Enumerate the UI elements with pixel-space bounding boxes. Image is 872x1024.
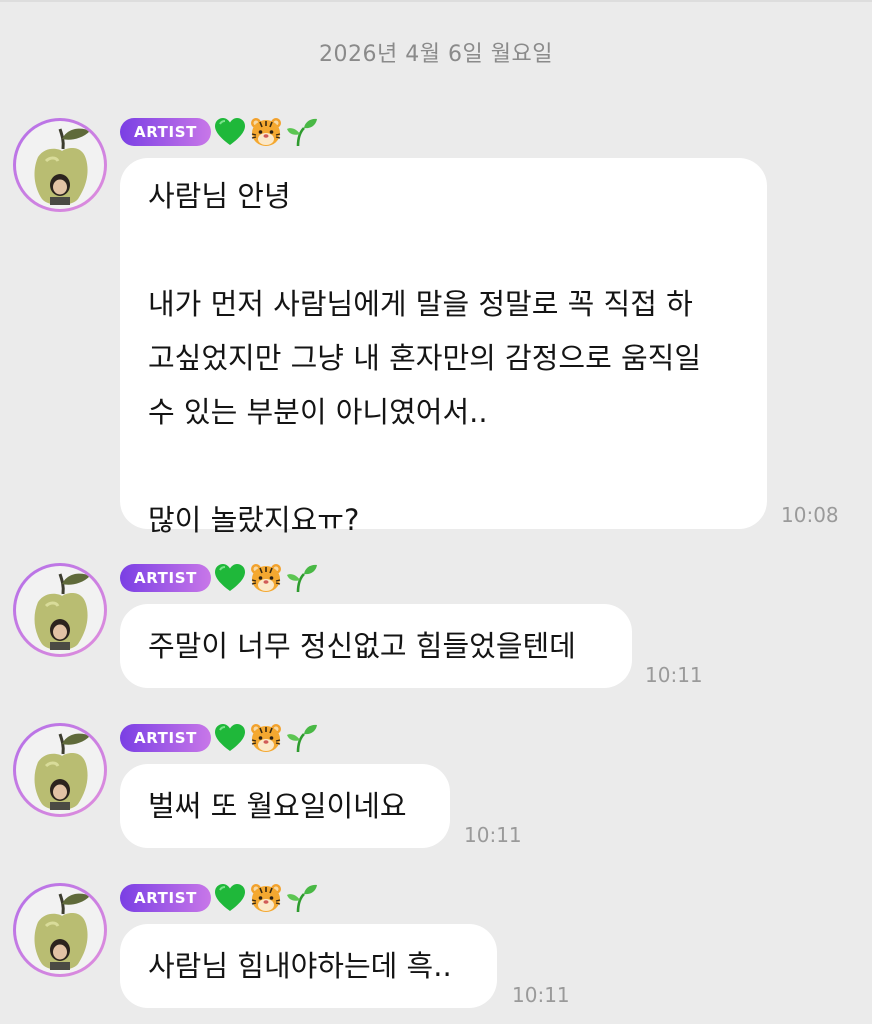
message-timestamp: 10:11 (645, 663, 703, 687)
message-timestamp: 10:08 (781, 503, 839, 527)
tiger-face-icon (249, 882, 283, 914)
message-line: 사람님 힘내야하는데 흑.. (148, 949, 452, 983)
message-line: 내가 먼저 사람님에게 말을 정말로 꼭 직접 하 (148, 287, 693, 321)
avatar-image (16, 121, 104, 209)
avatar-image (16, 726, 104, 814)
message-bubble[interactable]: 사람님 안녕 내가 먼저 사람님에게 말을 정말로 꼭 직접 하 고싶었지만 그… (120, 158, 767, 537)
seedling-icon (285, 882, 319, 914)
artist-avatar[interactable] (13, 563, 107, 657)
message-timestamp: 10:11 (464, 823, 522, 847)
tiger-face-icon (249, 116, 283, 148)
artist-badge: ARTIST (120, 118, 211, 146)
artist-avatar[interactable] (13, 723, 107, 817)
seedling-icon (285, 116, 319, 148)
message-line: 주말이 너무 정신없고 힘들었을텐데 (148, 629, 576, 663)
artist-avatar[interactable] (13, 118, 107, 212)
message-bubble[interactable]: 벌써 또 월요일이네요 (120, 764, 450, 848)
tiger-face-icon (249, 562, 283, 594)
seedling-icon (285, 722, 319, 754)
sender-name-row: ARTIST (120, 722, 319, 754)
message-timestamp: 10:11 (512, 983, 570, 1007)
artist-avatar[interactable] (13, 883, 107, 977)
artist-badge: ARTIST (120, 724, 211, 752)
artist-badge: ARTIST (120, 884, 211, 912)
green-heart-icon (213, 722, 247, 754)
green-heart-icon (213, 882, 247, 914)
artist-badge: ARTIST (120, 564, 211, 592)
message-line: 고싶었지만 그냥 내 혼자만의 감정으로 움직일 (148, 341, 702, 375)
avatar-image (16, 886, 104, 974)
green-heart-icon (213, 562, 247, 594)
message-bubble[interactable]: 사람님 힘내야하는데 흑.. (120, 924, 497, 1008)
message-bubble[interactable]: 주말이 너무 정신없고 힘들었을텐데 (120, 604, 632, 688)
green-heart-icon (213, 116, 247, 148)
message-line: 벌써 또 월요일이네요 (148, 789, 407, 823)
top-divider (0, 0, 872, 2)
seedling-icon (285, 562, 319, 594)
date-separator: 2026년 4월 6일 월요일 (319, 42, 553, 67)
sender-name-row: ARTIST (120, 562, 319, 594)
avatar-image (16, 566, 104, 654)
message-line: 사람님 안녕 (148, 179, 291, 213)
message-line: 수 있는 부분이 아니였어서.. (148, 395, 488, 429)
message-line (148, 439, 739, 493)
sender-name-row: ARTIST (120, 882, 319, 914)
sender-name-row: ARTIST (120, 116, 319, 148)
message-line: 많이 놀랐지요ㅠ? (148, 503, 360, 537)
tiger-face-icon (249, 722, 283, 754)
message-line (148, 223, 739, 277)
